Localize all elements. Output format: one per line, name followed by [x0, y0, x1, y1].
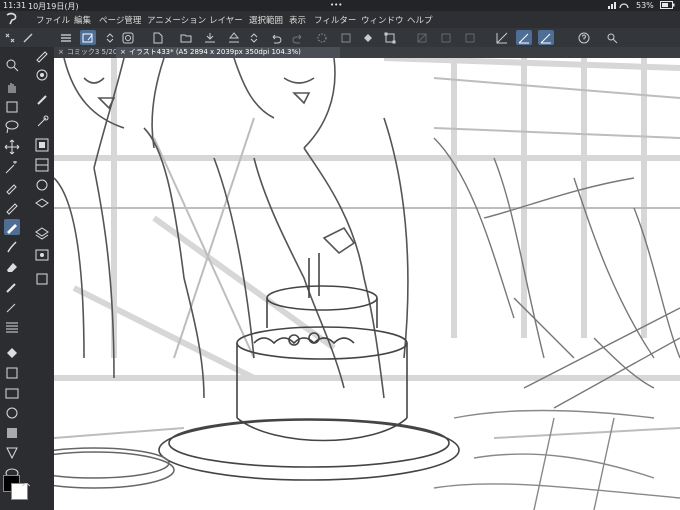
status-dots: •••	[330, 1, 343, 9]
tool-palette	[0, 47, 54, 510]
close-icon[interactable]: ×	[58, 48, 64, 56]
save-icon[interactable]	[202, 30, 218, 45]
drawing-canvas[interactable]	[54, 58, 680, 510]
stepper-icon-2[interactable]	[246, 30, 262, 45]
fill-tool-icon[interactable]	[4, 345, 20, 361]
line-tool-icon[interactable]	[4, 319, 20, 335]
color-wheel-icon[interactable]	[34, 137, 50, 153]
hand-tool-icon[interactable]	[4, 79, 20, 95]
lasso-tool-icon[interactable]	[4, 119, 20, 135]
collapse-icon[interactable]	[2, 30, 18, 45]
document-tab-bar: × コミック3 5/20 × イラスト433* (A5 2894 x 2039px …	[54, 47, 680, 58]
layer-select-button[interactable]	[80, 30, 96, 45]
menu-selection[interactable]: 選択範囲	[249, 14, 283, 26]
blend-tool-icon[interactable]	[4, 279, 20, 295]
battery-icon	[660, 1, 676, 11]
loading-icon[interactable]	[314, 30, 330, 45]
menu-page-management[interactable]: ページ管理	[99, 14, 141, 26]
sub-tool-blend-icon[interactable]	[34, 113, 50, 129]
ruler-icon[interactable]	[494, 30, 510, 45]
text-tool-icon[interactable]	[4, 445, 20, 461]
redo-icon[interactable]	[290, 30, 306, 45]
frame-tool-icon[interactable]	[4, 385, 20, 401]
layer-icon[interactable]	[34, 225, 50, 241]
tab-comic[interactable]: × コミック3 5/20	[58, 47, 118, 58]
rotate-tool-icon[interactable]	[4, 99, 20, 115]
pen-pressure-button[interactable]	[538, 30, 554, 45]
fill-icon[interactable]	[360, 30, 376, 45]
gradient-tool-icon[interactable]	[4, 365, 20, 381]
circle-tool-icon[interactable]	[4, 405, 20, 421]
transform-icon[interactable]	[382, 30, 398, 45]
menu-edit[interactable]: 編集	[74, 14, 91, 26]
menu-animation[interactable]: アニメーション	[147, 14, 206, 26]
menu-bar: ファイル 編集 ページ管理 アニメーション レイヤー 選択範囲 表示 フィルター…	[0, 11, 680, 28]
settings-icon[interactable]	[604, 30, 620, 45]
navigator-icon[interactable]	[34, 247, 50, 263]
figure-tool-icon[interactable]	[4, 299, 20, 315]
battery-level: 53%	[636, 1, 654, 10]
app-logo-icon[interactable]	[4, 12, 18, 29]
export-icon[interactable]	[226, 30, 242, 45]
material-icon[interactable]	[34, 271, 50, 287]
sub-tool-fill-icon[interactable]	[34, 91, 50, 107]
menu-help[interactable]: ヘルプ	[407, 14, 433, 26]
magic-wand-tool-icon[interactable]	[4, 159, 20, 175]
status-time: 11:31	[3, 1, 27, 10]
stepper-icon[interactable]	[102, 30, 118, 45]
color-set-icon[interactable]	[34, 157, 50, 173]
menu-filter[interactable]: フィルター	[314, 14, 356, 26]
reference-icon[interactable]	[120, 30, 136, 45]
open-folder-icon[interactable]	[178, 30, 194, 45]
swap-color-icon[interactable]	[21, 472, 31, 487]
pen-stabilizer-button[interactable]	[516, 30, 532, 45]
brush-tool-icon[interactable]	[4, 239, 20, 255]
tab-illustration-label: イラスト433* (A5 2894 x 2039px 350dpi 104.3%…	[128, 48, 301, 56]
intermediate-color-icon[interactable]	[34, 177, 50, 193]
tab-illustration[interactable]: × イラスト433* (A5 2894 x 2039px 350dpi 104.3…	[116, 47, 340, 58]
move-tool-icon[interactable]	[4, 139, 20, 155]
command-bar	[0, 28, 680, 48]
ios-status-bar: 11:31 10月19日(月) ••• 53%	[0, 0, 680, 11]
square-tool-icon[interactable]	[4, 425, 20, 441]
deselect-icon[interactable]	[414, 30, 430, 45]
menu-layer[interactable]: レイヤー	[209, 14, 243, 26]
undo-icon[interactable]	[268, 30, 284, 45]
close-icon[interactable]: ×	[120, 48, 126, 56]
sub-tool-pen-icon[interactable]	[34, 47, 50, 63]
tab-comic-label: コミック3 5/20	[66, 48, 118, 56]
eraser-corner-icon[interactable]	[20, 30, 36, 45]
eyedropper-tool-icon[interactable]	[4, 179, 20, 195]
invert-selection-icon[interactable]	[438, 30, 454, 45]
selection-icon[interactable]	[462, 30, 478, 45]
sub-tool-circle-icon[interactable]	[34, 67, 50, 83]
eraser-tool-icon[interactable]	[4, 259, 20, 275]
zoom-tool-icon[interactable]	[4, 57, 20, 73]
sketch-artwork	[54, 58, 680, 510]
menu-view[interactable]: 表示	[289, 14, 306, 26]
clear-icon[interactable]	[338, 30, 354, 45]
menu-window[interactable]: ウィンドウ	[361, 14, 404, 26]
new-file-icon[interactable]	[150, 30, 166, 45]
help-icon[interactable]	[576, 30, 592, 45]
pen-tool-icon[interactable]	[4, 199, 20, 215]
layer-property-icon[interactable]	[34, 197, 50, 213]
signal-icon	[608, 1, 630, 11]
menu-file[interactable]: ファイル	[36, 14, 70, 26]
menu-icon[interactable]	[58, 30, 74, 45]
pencil-tool-icon[interactable]	[4, 219, 20, 235]
